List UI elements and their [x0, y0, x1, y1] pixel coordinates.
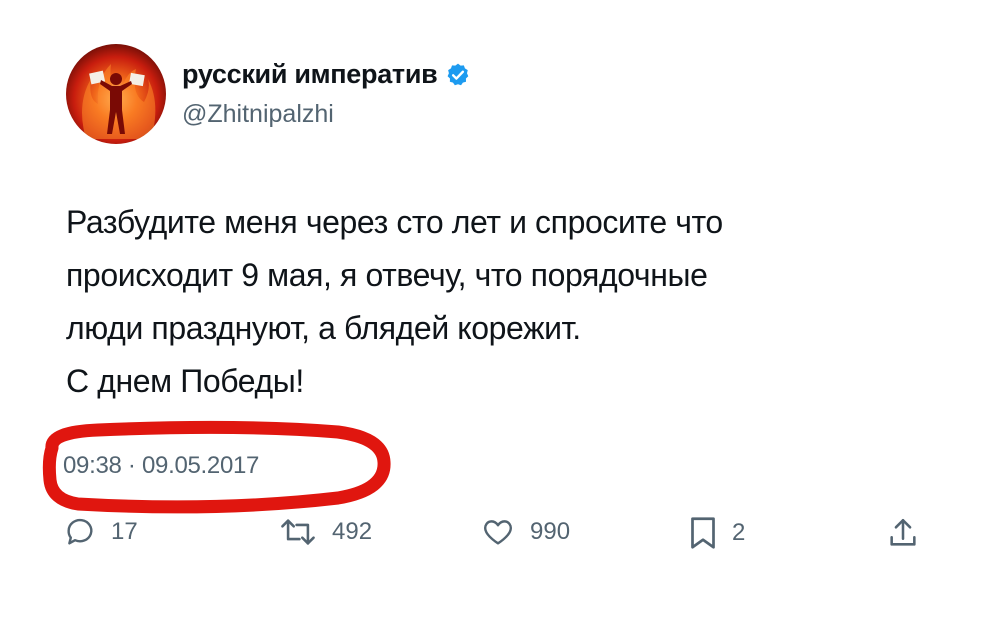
like-count: 990: [530, 518, 571, 545]
reply-count: 17: [111, 518, 138, 545]
display-name[interactable]: русский императив: [182, 59, 438, 90]
bookmark-count: 2: [732, 519, 746, 546]
repost-icon: [281, 519, 315, 545]
tweet-line: люди празднуют, а блядей корежит.: [66, 310, 581, 346]
tweet-timestamp[interactable]: 09:38 · 09.05.2017: [63, 452, 259, 480]
author-handle[interactable]: @Zhitnipalzhi: [182, 100, 334, 129]
tweet-text: Разбудите меня через сто лет и спросите …: [66, 196, 946, 408]
action-bar: 17 492 990 2: [0, 515, 1000, 565]
tweet-line: происходит 9 мая, я отвечу, что порядочн…: [66, 257, 708, 293]
reply-icon: [67, 518, 93, 545]
share-button[interactable]: [886, 515, 920, 551]
reply-button[interactable]: 17: [63, 515, 138, 549]
author-name-row[interactable]: русский императив: [182, 59, 471, 90]
avatar[interactable]: [66, 44, 166, 144]
tweet-line: Разбудите меня через сто лет и спросите …: [66, 204, 723, 240]
repost-button[interactable]: 492: [278, 515, 372, 549]
like-button[interactable]: 990: [480, 515, 570, 549]
bookmark-button[interactable]: 2: [688, 515, 745, 551]
flame-figure-avatar: [66, 44, 166, 144]
tweet-line: С днем Победы!: [66, 363, 304, 399]
verified-badge-icon: [445, 62, 471, 88]
heart-icon: [484, 520, 512, 545]
bookmark-icon: [691, 517, 715, 549]
repost-count: 492: [332, 518, 373, 545]
share-icon: [890, 518, 916, 546]
